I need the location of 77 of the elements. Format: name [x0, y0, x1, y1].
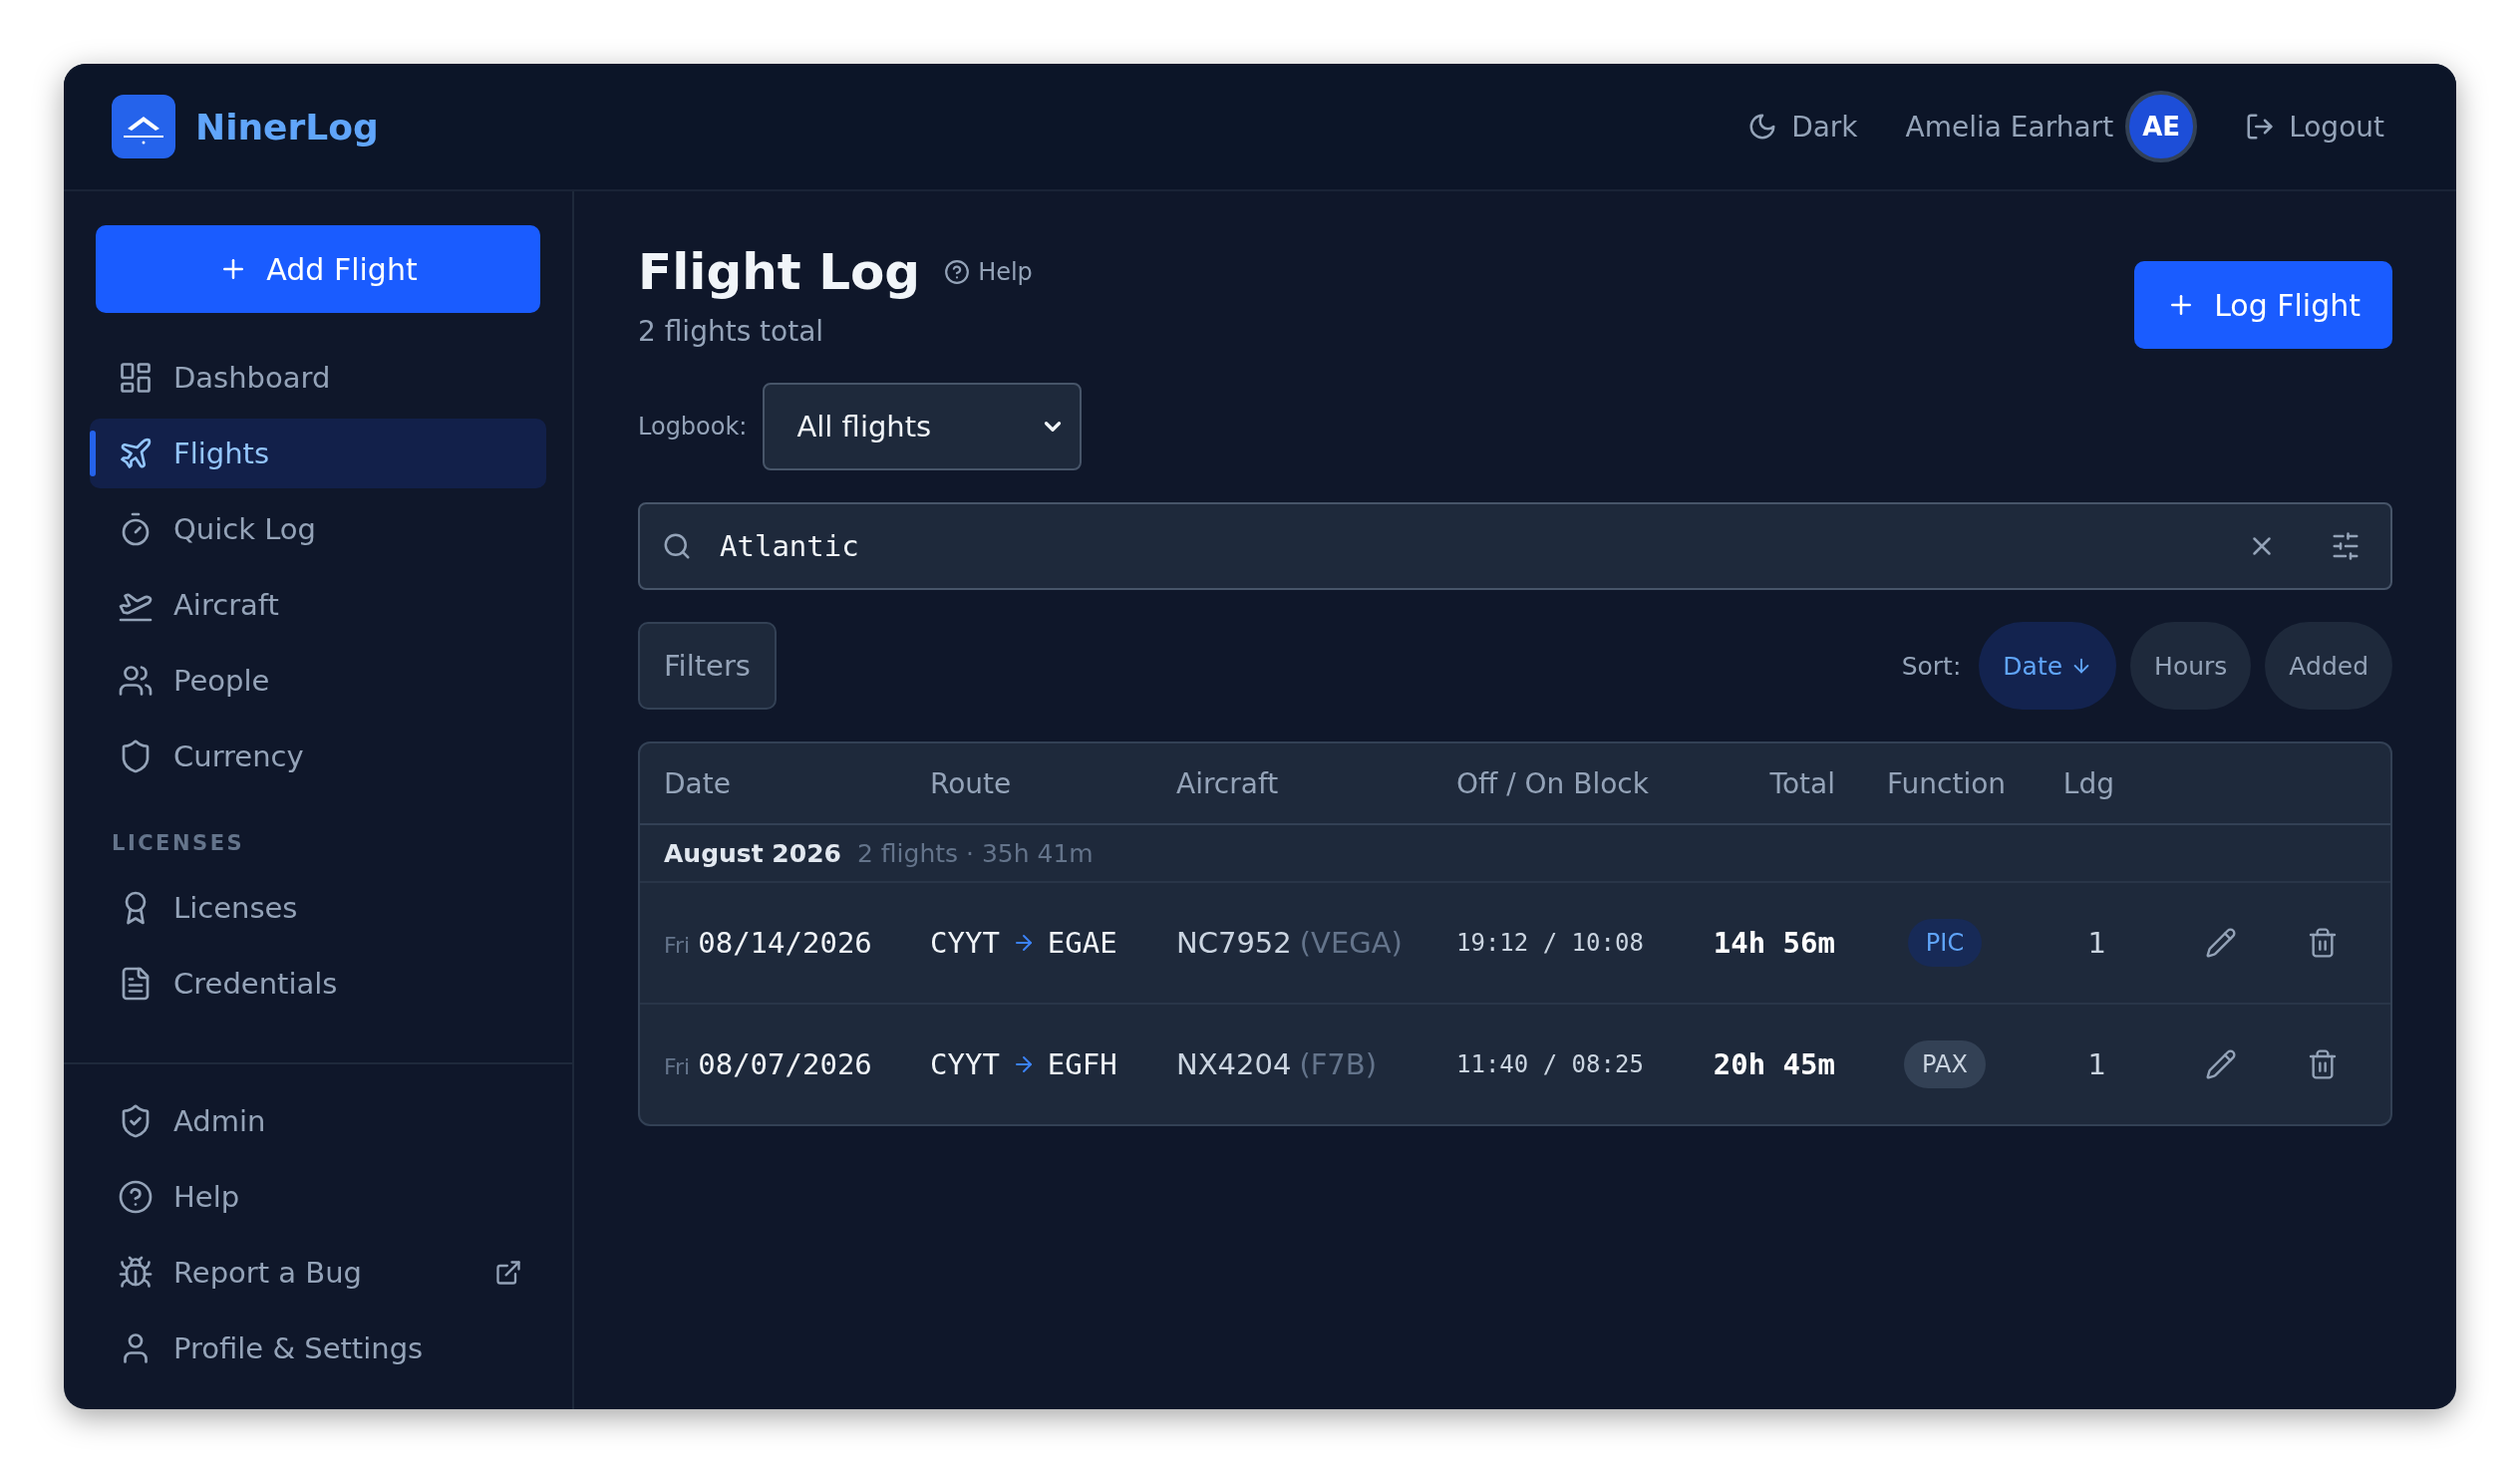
section-heading: LICENSES [111, 831, 246, 855]
column-header: Ldg [2061, 766, 2114, 800]
arrival-code: EGFH [1047, 1047, 1117, 1081]
app-name: NinerLog [195, 106, 379, 147]
aircraft-type: (VEGA) [1299, 926, 1403, 960]
page-title: Flight Log [638, 243, 921, 301]
edit-button[interactable] [2205, 927, 2237, 959]
flight-count: 2 flights total [638, 315, 825, 348]
trash-icon [2307, 1048, 2339, 1080]
theme-toggle[interactable]: Dark [1739, 102, 1866, 151]
landings-count: 1 [2086, 926, 2107, 960]
logbook-label: Logbook: [638, 413, 748, 441]
departure-code: CYYT [930, 926, 1000, 960]
help-icon [944, 259, 971, 285]
dashboard-icon [118, 360, 154, 396]
bug-icon [118, 1255, 154, 1291]
column-header: Aircraft [1176, 766, 1280, 800]
flight-date: 08/07/2026 [698, 1047, 872, 1081]
nav-item[interactable]: Profile & Settings [90, 1314, 546, 1383]
trash-icon [2307, 927, 2339, 959]
aircraft-registration: NX4204 [1176, 1047, 1292, 1081]
nav-item[interactable]: Admin [90, 1086, 546, 1156]
help-link[interactable]: Help [944, 258, 1033, 286]
departure-code: CYYT [930, 1047, 1000, 1081]
logbook-select[interactable]: All flights [763, 383, 1083, 470]
user-avatar[interactable]: AE [2125, 91, 2198, 162]
people-icon [118, 663, 154, 699]
search-field[interactable]: Atlantic [638, 502, 2392, 590]
nav-item[interactable]: Currency [90, 722, 546, 791]
group-summary: 2 flights · 35h 41m [856, 838, 1094, 868]
filters-button[interactable]: Filters [638, 622, 777, 710]
aircraft-type: (F7B) [1299, 1047, 1378, 1081]
column-header: Date [664, 766, 732, 800]
column-header: Route [930, 766, 1013, 800]
nav-item[interactable]: Dashboard [90, 343, 546, 413]
block-times: 19:12 / 10:08 [1456, 929, 1645, 957]
column-header: Off / On Block [1456, 766, 1650, 800]
total-time: 20h 45m [1712, 1047, 1835, 1081]
user-name: Amelia Earhart [1905, 110, 2114, 144]
delete-button[interactable] [2307, 927, 2339, 959]
nav-item[interactable]: Report a Bug [90, 1238, 546, 1308]
edit-button[interactable] [2205, 1048, 2237, 1080]
weekday: Fri [664, 933, 691, 958]
logout-button[interactable]: Logout [2237, 102, 2392, 151]
nav-item[interactable]: Quick Log [90, 494, 546, 564]
search-icon [662, 531, 692, 561]
sort-label: Sort: [1901, 651, 1962, 681]
plane-icon [118, 436, 154, 471]
sliders-icon[interactable] [2331, 531, 2361, 561]
sort-chip[interactable]: Added [2265, 622, 2392, 710]
arrival-code: EGAE [1047, 926, 1117, 960]
help-icon [118, 1179, 154, 1215]
nav-item[interactable]: Flights [90, 419, 546, 488]
sort-chip[interactable]: Date [1979, 622, 2117, 710]
block-times: 11:40 / 08:25 [1456, 1050, 1645, 1078]
log-flight-button[interactable]: Log Flight [2134, 261, 2392, 349]
flight-date: 08/14/2026 [698, 926, 872, 960]
function-badge: PIC [1907, 919, 1983, 967]
logo-icon [112, 95, 175, 158]
aircraft-registration: NC7952 [1176, 926, 1292, 960]
total-time: 14h 56m [1712, 926, 1835, 960]
nav-item[interactable]: Credentials [90, 949, 546, 1019]
nav-item[interactable]: Licenses [90, 873, 546, 943]
column-header: Function [1886, 766, 2008, 800]
delete-button[interactable] [2307, 1048, 2339, 1080]
landings-count: 1 [2086, 1047, 2107, 1081]
function-badge: PAX [1904, 1040, 1986, 1088]
weekday: Fri [664, 1054, 691, 1079]
add-flight-button[interactable]: Add Flight [96, 225, 540, 313]
nav-item[interactable]: Help [90, 1162, 546, 1232]
sort-chip[interactable]: Hours [2130, 622, 2252, 710]
pencil-icon [2205, 1048, 2237, 1080]
column-header: Total [1768, 766, 1835, 800]
nav-item[interactable]: Aircraft [90, 570, 546, 640]
pencil-icon [2205, 927, 2237, 959]
group-title: August 2026 [664, 838, 841, 868]
nav-item[interactable]: People [90, 646, 546, 716]
